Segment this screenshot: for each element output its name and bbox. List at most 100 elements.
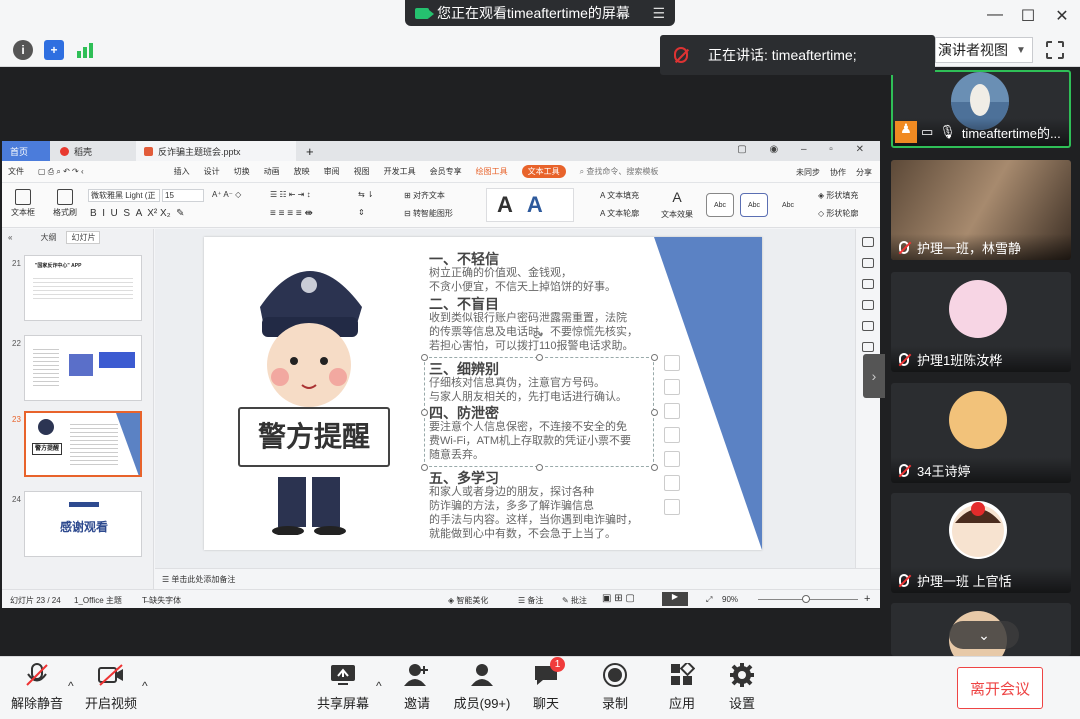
quick-access-icons[interactable]: ▢ ⎙ ⌕ ↶ ↷ ‹ <box>38 167 84 177</box>
menu-file[interactable]: 文件 <box>8 166 24 177</box>
text-outline-button[interactable]: A 文本轮廓 <box>600 208 639 219</box>
tool-icon[interactable] <box>862 300 874 310</box>
record-button[interactable]: 录制 <box>580 663 650 712</box>
pen-icon[interactable] <box>664 403 680 419</box>
info-icon[interactable]: i <box>13 40 33 60</box>
notes-toggle[interactable]: ☰ 备注 <box>518 595 543 606</box>
shape-fill-button[interactable]: ◈ 形状填充 <box>818 190 858 201</box>
slide-thumbnail-24[interactable]: 感谢观看 <box>24 491 142 557</box>
zoom-level[interactable]: 90% <box>722 595 738 604</box>
resize-handle[interactable] <box>421 354 428 361</box>
add-tab-icon[interactable]: + <box>298 141 314 161</box>
shape-outline-button[interactable]: ◇ 形状轮廓 <box>818 208 858 219</box>
members-button[interactable]: 成员(99+) <box>446 663 518 712</box>
pane-tab-slides[interactable]: 幻灯片 <box>66 230 101 244</box>
collapse-panel-button[interactable]: › <box>863 354 885 398</box>
play-slideshow-button[interactable]: ▶ <box>662 592 688 606</box>
pane-tab-outline[interactable]: 大纲 <box>40 232 56 243</box>
maximize-icon[interactable]: ☐ <box>1018 6 1038 26</box>
shape-style-3[interactable]: Abc <box>774 193 802 217</box>
participant-card[interactable]: ♟ ▭ 🎙 timeaftertime的... <box>891 70 1071 148</box>
zoom-slider-thumb[interactable] <box>802 595 810 603</box>
participant-card[interactable]: 34王诗婷 <box>891 383 1071 483</box>
menu-text-tools[interactable]: 文本工具 <box>521 165 566 178</box>
text-direction-icons[interactable]: ⇆ ⇂ <box>358 190 374 199</box>
tool-icon[interactable] <box>862 258 874 268</box>
view-mode-select[interactable]: 演讲者视图 ▼ <box>935 37 1033 63</box>
participant-card[interactable]: 护理一班 上官恬 <box>891 493 1071 593</box>
tool-icon[interactable] <box>862 279 874 289</box>
font-grow-shrink-icons[interactable]: A⁺ A⁻ ◇ <box>212 190 241 199</box>
more-icon[interactable] <box>664 499 680 515</box>
border-icon[interactable] <box>664 451 680 467</box>
smart-beautify-button[interactable]: ◈ 智能美化 <box>448 595 488 606</box>
tab-daoke[interactable]: 稻壳 <box>52 141 132 161</box>
collaborate-button[interactable]: 协作 <box>830 167 846 178</box>
share-options-caret[interactable]: ^ <box>376 679 382 693</box>
tool-icon[interactable] <box>862 237 874 247</box>
fit-window-icon[interactable]: ⤢ <box>706 595 712 605</box>
banner-menu-icon[interactable]: ☰ <box>652 5 665 22</box>
leave-meeting-button[interactable]: 离开会议 <box>957 667 1043 709</box>
video-options-caret[interactable]: ^ <box>142 679 148 693</box>
signal-icon[interactable] <box>75 40 95 60</box>
settings-button[interactable]: 设置 <box>707 663 777 712</box>
resize-handle[interactable] <box>421 409 428 416</box>
format-painter-button[interactable]: 格式刷 <box>50 189 80 218</box>
font-style-icons[interactable]: B I U S A X² X₂ ✎ <box>90 208 185 219</box>
resize-handle[interactable] <box>421 464 428 471</box>
screen-share-banner[interactable]: 您正在观看timeaftertime的屏幕 ☰ <box>405 0 675 26</box>
align-text-button[interactable]: ⊞ 对齐文本 <box>404 190 445 201</box>
share-doc-button[interactable]: 分享 <box>856 167 872 178</box>
unmute-button[interactable]: 解除静音 <box>2 663 72 712</box>
scroll-down-button[interactable]: ⌄ <box>949 621 1019 649</box>
slide-thumbnail-22[interactable] <box>24 335 142 401</box>
minus-icon[interactable] <box>664 355 680 371</box>
resize-handle[interactable] <box>651 409 658 416</box>
bulb-icon[interactable] <box>664 475 680 491</box>
collapse-pane-icon[interactable]: « <box>8 233 12 242</box>
share-screen-button[interactable]: 共享屏幕 <box>308 663 378 712</box>
text-fill-button[interactable]: A 文本填充 <box>600 190 639 201</box>
menu-transition[interactable]: 切换 <box>234 166 250 177</box>
shape-style-1[interactable]: Abc <box>706 193 734 217</box>
font-size-select[interactable]: 15 <box>162 189 204 202</box>
menu-animation[interactable]: 动画 <box>264 166 280 177</box>
tab-document[interactable]: 反诈骗主题班会.pptx <box>136 141 296 161</box>
menu-insert[interactable]: 插入 <box>174 166 190 177</box>
slide-thumbnail-23[interactable]: 警方提醒 <box>24 411 142 477</box>
menu-developer[interactable]: 开发工具 <box>384 166 416 177</box>
menu-drawing-tools[interactable]: 绘图工具 <box>476 166 508 177</box>
view-mode-icons[interactable]: ▣ ⊞ ▢ <box>602 593 635 604</box>
security-shield-icon[interactable]: + <box>44 40 64 60</box>
chat-button[interactable]: 1 聊天 <box>511 657 581 712</box>
participant-card[interactable]: 护理一班，林雪静 <box>891 160 1071 260</box>
comments-toggle[interactable]: ✎ 批注 <box>562 595 587 606</box>
paragraph-align-icons[interactable]: ≡ ≡ ≡ ≡ ⇼ <box>270 208 313 219</box>
menu-member[interactable]: 会员专享 <box>430 166 462 177</box>
command-search[interactable]: ⌕ 查找命令、搜索模板 <box>580 166 659 177</box>
wps-window-buttons[interactable]: ▢ ◉ – ▫ ✕ <box>737 144 874 155</box>
participant-card[interactable]: 护理1班陈汝桦 <box>891 272 1071 372</box>
slide-thumbnail-21[interactable]: "国家反诈中心" APP <box>24 255 142 321</box>
line-spacing-icon[interactable]: ⇕ <box>358 208 365 217</box>
tab-home[interactable]: 首页 <box>2 141 50 161</box>
audio-options-caret[interactable]: ^ <box>68 679 74 693</box>
textbox-button[interactable]: 文本框 <box>8 189 38 218</box>
resize-handle[interactable] <box>536 464 543 471</box>
text-effect-button[interactable]: A 文本效果 <box>658 189 696 220</box>
theme-name[interactable]: 1_Office 主题 <box>74 595 122 606</box>
minimize-icon[interactable]: — <box>985 6 1005 24</box>
invite-button[interactable]: 邀请 <box>382 663 452 712</box>
missing-font-button[interactable]: T̶ 缺失字体 <box>142 595 181 606</box>
layers-icon[interactable] <box>664 379 680 395</box>
notes-bar[interactable]: ☰ 单击此处添加备注 <box>155 568 880 589</box>
menu-view[interactable]: 视图 <box>354 166 370 177</box>
sync-status[interactable]: 未同步 <box>796 167 820 178</box>
rotate-handle-icon[interactable]: ⟳ <box>533 328 543 342</box>
tool-icon[interactable] <box>862 321 874 331</box>
tool-icon[interactable] <box>862 342 874 352</box>
shape-style-2[interactable]: Abc <box>740 193 768 217</box>
zoom-in-icon[interactable]: + <box>864 593 870 605</box>
text-style-gallery[interactable]: AA <box>486 188 574 222</box>
